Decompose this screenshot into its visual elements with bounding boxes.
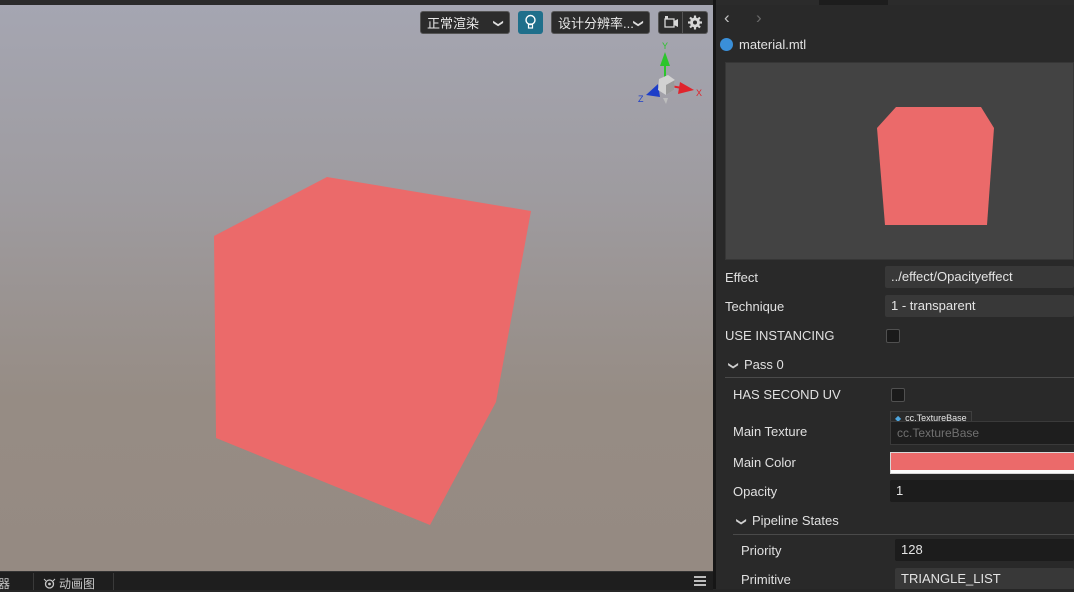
inspector-tab[interactable]	[819, 0, 888, 5]
chevron-right-icon[interactable]: ›	[756, 9, 762, 26]
material-preview[interactable]	[725, 62, 1074, 260]
menu-icon[interactable]	[694, 576, 706, 586]
asset-file-name: material.mtl	[739, 37, 807, 52]
resolution-select[interactable]: 设计分辨率... ❯	[551, 11, 650, 34]
scene-viewport[interactable]: 正常渲染 ❯ 设计分辨率... ❯ Y X Z	[0, 0, 713, 571]
camera-button[interactable]	[658, 11, 683, 34]
animation-graph-icon	[43, 578, 56, 589]
section-divider	[733, 534, 1074, 535]
main-color-picker[interactable]	[890, 452, 1074, 474]
use-instancing-checkbox[interactable]	[886, 329, 900, 343]
chevron-down-icon: ❯	[632, 19, 644, 28]
main-texture-label: Main Texture	[733, 424, 808, 439]
use-instancing-label: USE INSTANCING	[725, 328, 835, 343]
technique-select[interactable]: 1 - transparent	[885, 295, 1074, 317]
y-axis-cone	[660, 52, 670, 66]
cube-mesh[interactable]	[0, 0, 713, 571]
x-axis-cone	[678, 82, 694, 94]
chevron-down-icon: ❯	[492, 19, 504, 28]
inspector-panel: ‹ › material.mtl Effect ../effect/Opacit…	[716, 0, 1074, 589]
technique-label: Technique	[725, 299, 785, 314]
opacity-label: Opacity	[733, 484, 778, 499]
tab-console[interactable]: 器	[0, 575, 10, 592]
orientation-gizmo[interactable]: Y X Z	[630, 40, 710, 112]
priority-input[interactable]: 128	[895, 539, 1074, 561]
pipeline-states-header[interactable]: ❯ Pipeline States	[736, 513, 839, 528]
section-divider	[725, 377, 1074, 378]
pass0-title: Pass 0	[744, 357, 784, 372]
lighting-toggle-button[interactable]	[518, 11, 543, 34]
gear-icon	[688, 15, 702, 30]
x-axis-label: X	[696, 88, 702, 98]
render-mode-value: 正常渲染	[427, 16, 480, 31]
has-second-uv-label: HAS SECOND UV	[733, 387, 841, 402]
chevron-down-icon: ❯	[735, 517, 747, 526]
cube-shape	[214, 177, 531, 525]
pass0-header[interactable]: ❯ Pass 0	[728, 357, 784, 372]
bottom-panel-tabs: 器 动画图	[0, 571, 713, 592]
tab-divider	[33, 573, 34, 590]
lightbulb-icon	[525, 14, 536, 29]
tab-divider	[113, 573, 114, 590]
effect-field[interactable]: ../effect/Opacityeffect	[885, 266, 1074, 288]
has-second-uv-checkbox[interactable]	[891, 388, 905, 402]
primitive-label: Primitive	[741, 572, 791, 587]
inspector-tab-strip	[716, 0, 1074, 5]
alpha-bar	[891, 470, 1074, 473]
z-axis-cone	[646, 84, 660, 97]
chevron-down-icon: ❯	[727, 361, 739, 370]
primitive-select[interactable]: TRIANGLE_LIST	[895, 568, 1074, 589]
settings-button[interactable]	[683, 11, 708, 34]
resolution-value: 设计分辨率...	[558, 16, 634, 31]
main-texture-field[interactable]: cc.TextureBase	[890, 421, 1074, 445]
pipeline-states-title: Pipeline States	[752, 513, 839, 528]
y-axis-label: Y	[662, 41, 668, 51]
chevron-left-icon[interactable]: ‹	[724, 9, 730, 26]
camera-icon	[664, 16, 678, 28]
material-icon	[720, 38, 733, 51]
opacity-input[interactable]: 1	[890, 480, 1074, 502]
tab-animation-graph[interactable]: 动画图	[43, 575, 95, 592]
z-axis-label: Z	[638, 94, 644, 104]
priority-label: Priority	[741, 543, 782, 558]
main-color-label: Main Color	[733, 455, 796, 470]
effect-label: Effect	[725, 270, 759, 285]
render-mode-select[interactable]: 正常渲染 ❯	[420, 11, 510, 34]
